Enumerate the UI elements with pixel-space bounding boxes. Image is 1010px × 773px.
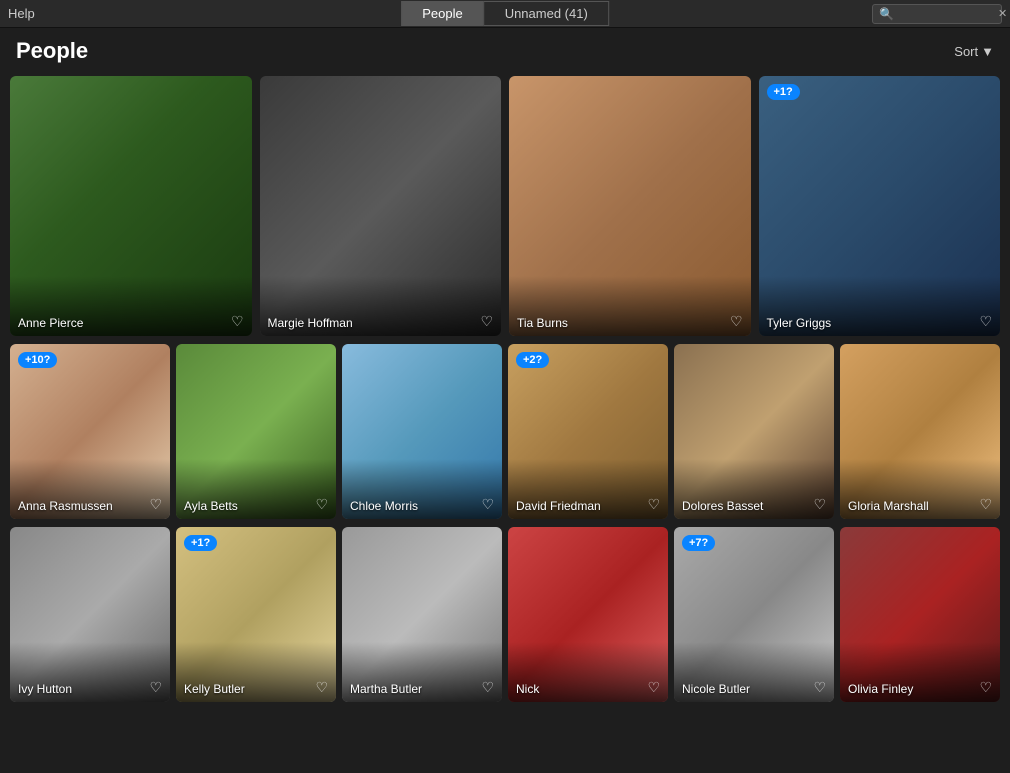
tab-people[interactable]: People — [401, 1, 483, 26]
search-bar[interactable]: 🔍 ✕ — [872, 4, 1002, 24]
sort-label: Sort — [954, 44, 978, 59]
person-name: Tyler Griggs — [767, 316, 832, 330]
merge-badge: +2? — [516, 352, 549, 368]
person-name: Olivia Finley — [848, 682, 913, 696]
card-chloe-morris[interactable]: Chloe Morris ♡ — [342, 344, 502, 519]
merge-badge: +10? — [18, 352, 57, 368]
card-ivy-hutton[interactable]: Ivy Hutton ♡ — [10, 527, 170, 702]
favorite-heart-icon[interactable]: ♡ — [315, 679, 328, 696]
main-header: People Sort ▼ — [0, 28, 1010, 70]
favorite-heart-icon[interactable]: ♡ — [149, 496, 162, 513]
search-input[interactable] — [898, 7, 998, 21]
card-overlay: David Friedman ♡ — [508, 459, 668, 519]
page-title: People — [16, 38, 88, 64]
card-nick[interactable]: Nick ♡ — [508, 527, 668, 702]
sort-button[interactable]: Sort ▼ — [954, 44, 994, 59]
favorite-heart-icon[interactable]: ♡ — [481, 679, 494, 696]
card-overlay: Ivy Hutton ♡ — [10, 642, 170, 702]
card-overlay: Anna Rasmussen ♡ — [10, 459, 170, 519]
merge-badge: +1? — [184, 535, 217, 551]
card-dolores-basset[interactable]: Dolores Basset ♡ — [674, 344, 834, 519]
tab-unnamed[interactable]: Unnamed (41) — [484, 1, 609, 26]
favorite-heart-icon[interactable]: ♡ — [231, 313, 244, 330]
favorite-heart-icon[interactable]: ♡ — [813, 496, 826, 513]
favorite-heart-icon[interactable]: ♡ — [979, 313, 992, 330]
person-name: David Friedman — [516, 499, 601, 513]
person-name: Ayla Betts — [184, 499, 238, 513]
favorite-heart-icon[interactable]: ♡ — [481, 496, 494, 513]
card-anne-pierce[interactable]: Anne Pierce ♡ — [10, 76, 252, 336]
card-margie-hoffman[interactable]: Margie Hoffman ♡ — [260, 76, 502, 336]
favorite-heart-icon[interactable]: ♡ — [647, 679, 660, 696]
card-overlay: Nicole Butler ♡ — [674, 642, 834, 702]
card-martha-butler[interactable]: Martha Butler ♡ — [342, 527, 502, 702]
favorite-heart-icon[interactable]: ♡ — [315, 496, 328, 513]
card-overlay: Tyler Griggs ♡ — [759, 276, 1001, 336]
card-overlay: Chloe Morris ♡ — [342, 459, 502, 519]
card-overlay: Olivia Finley ♡ — [840, 642, 1000, 702]
large-cards-row: Anne Pierce ♡ Margie Hoffman ♡ Tia Burns… — [0, 70, 1010, 340]
favorite-heart-icon[interactable]: ♡ — [979, 679, 992, 696]
person-name: Dolores Basset — [682, 499, 763, 513]
card-gloria-marshall[interactable]: Gloria Marshall ♡ — [840, 344, 1000, 519]
help-menu[interactable]: Help — [8, 6, 35, 21]
favorite-heart-icon[interactable]: ♡ — [647, 496, 660, 513]
favorite-heart-icon[interactable]: ♡ — [979, 496, 992, 513]
person-name: Chloe Morris — [350, 499, 418, 513]
card-nicole-butler[interactable]: +7? Nicole Butler ♡ — [674, 527, 834, 702]
person-name: Nicole Butler — [682, 682, 750, 696]
card-overlay: Anne Pierce ♡ — [10, 276, 252, 336]
card-overlay: Nick ♡ — [508, 642, 668, 702]
card-overlay: Margie Hoffman ♡ — [260, 276, 502, 336]
card-david-friedman[interactable]: +2? David Friedman ♡ — [508, 344, 668, 519]
bottom-cards-row: Ivy Hutton ♡ +1? Kelly Butler ♡ Martha B… — [0, 523, 1010, 706]
merge-badge: +1? — [767, 84, 800, 100]
chevron-down-icon: ▼ — [981, 44, 994, 59]
card-overlay: Dolores Basset ♡ — [674, 459, 834, 519]
medium-cards-row: +10? Anna Rasmussen ♡ Ayla Betts ♡ Chloe… — [0, 340, 1010, 523]
tab-group: People Unnamed (41) — [401, 1, 609, 26]
favorite-heart-icon[interactable]: ♡ — [480, 313, 493, 330]
card-overlay: Ayla Betts ♡ — [176, 459, 336, 519]
person-name: Kelly Butler — [184, 682, 245, 696]
close-icon[interactable]: ✕ — [998, 7, 1007, 20]
card-tia-burns[interactable]: Tia Burns ♡ — [509, 76, 751, 336]
card-ayla-betts[interactable]: Ayla Betts ♡ — [176, 344, 336, 519]
person-name: Margie Hoffman — [268, 316, 353, 330]
person-name: Martha Butler — [350, 682, 422, 696]
merge-badge: +7? — [682, 535, 715, 551]
person-name: Gloria Marshall — [848, 499, 929, 513]
person-name: Anna Rasmussen — [18, 499, 113, 513]
person-name: Anne Pierce — [18, 316, 83, 330]
card-kelly-butler[interactable]: +1? Kelly Butler ♡ — [176, 527, 336, 702]
person-name: Ivy Hutton — [18, 682, 72, 696]
card-overlay: Martha Butler ♡ — [342, 642, 502, 702]
card-overlay: Kelly Butler ♡ — [176, 642, 336, 702]
favorite-heart-icon[interactable]: ♡ — [813, 679, 826, 696]
person-name: Nick — [516, 682, 539, 696]
search-icon: 🔍 — [879, 7, 894, 21]
card-overlay: Tia Burns ♡ — [509, 276, 751, 336]
favorite-heart-icon[interactable]: ♡ — [149, 679, 162, 696]
card-overlay: Gloria Marshall ♡ — [840, 459, 1000, 519]
card-anna-rasmussen[interactable]: +10? Anna Rasmussen ♡ — [10, 344, 170, 519]
card-tyler-griggs[interactable]: +1? Tyler Griggs ♡ — [759, 76, 1001, 336]
top-bar: Help People Unnamed (41) 🔍 ✕ — [0, 0, 1010, 28]
person-name: Tia Burns — [517, 316, 568, 330]
card-olivia-finley[interactable]: Olivia Finley ♡ — [840, 527, 1000, 702]
favorite-heart-icon[interactable]: ♡ — [730, 313, 743, 330]
